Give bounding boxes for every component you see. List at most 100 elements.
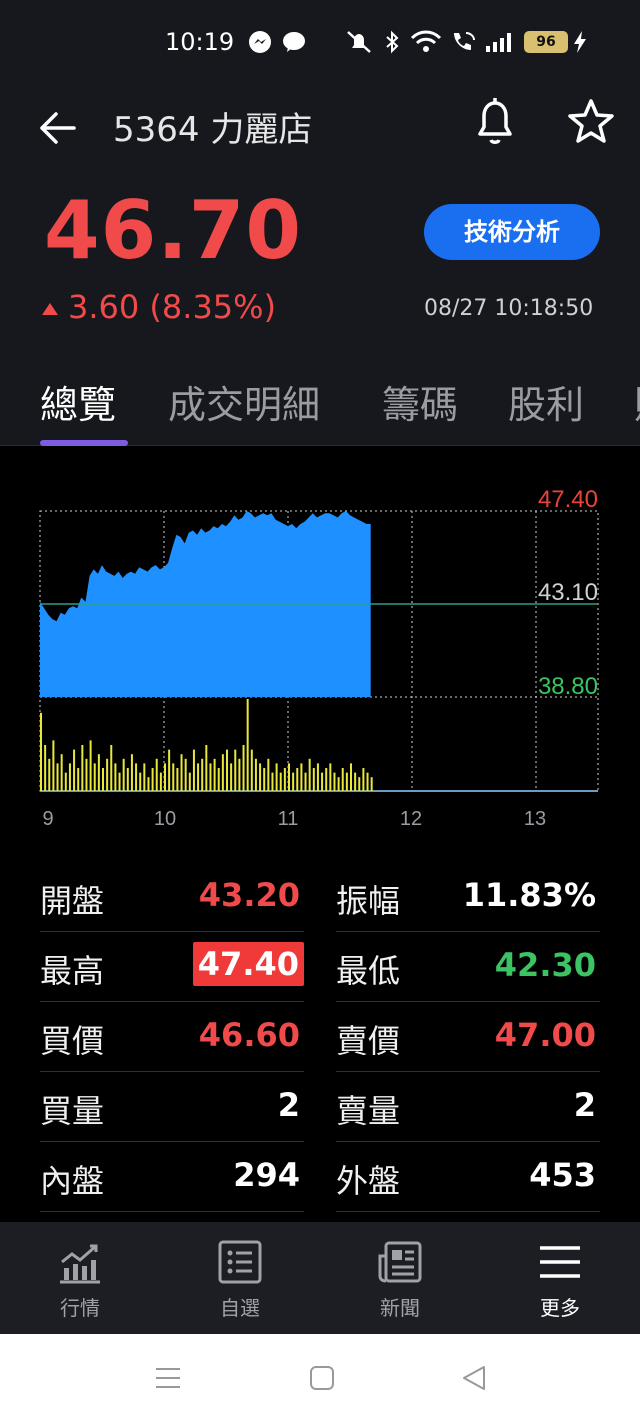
volume-bar (312, 768, 315, 791)
volume-bar (172, 763, 175, 791)
volume-bar (40, 712, 42, 791)
volume-bar (130, 754, 133, 791)
volume-bar (89, 740, 92, 791)
volume-bar (135, 763, 138, 791)
quote-label: 振幅 (336, 882, 401, 920)
volume-bar (192, 749, 195, 791)
volume-bar (296, 768, 299, 791)
signal-icon (484, 30, 516, 54)
quote-value: 453 (529, 1156, 596, 1194)
quote-value: 43.20 (198, 876, 300, 914)
volume-bar (151, 768, 154, 791)
active-tab-indicator (40, 440, 128, 446)
volume-bar (44, 745, 47, 791)
technical-analysis-button[interactable]: 技術分析 (424, 204, 600, 260)
x-tick-label: 11 (278, 808, 299, 830)
volume-bar (271, 772, 274, 791)
volume-bar (85, 758, 88, 791)
volume-bar (188, 772, 191, 791)
volume-bar (126, 768, 129, 791)
volume-bar (370, 777, 373, 791)
volume-bar (292, 772, 295, 791)
favorite-button[interactable] (566, 98, 616, 146)
mute-icon (344, 30, 374, 54)
quote-label: 最高 (40, 952, 105, 990)
volume-bar (234, 749, 237, 791)
volume-bar (366, 772, 369, 791)
nav-market-label: 行情 (60, 1296, 100, 1320)
volume-bar (155, 758, 158, 791)
tab-dividend[interactable]: 股利 (508, 374, 584, 429)
tab-chips[interactable]: 籌碼 (382, 374, 458, 429)
volume-bar (64, 772, 67, 791)
quote-label: 開盤 (40, 882, 105, 920)
back-button[interactable] (38, 108, 78, 148)
wifi-call-icon (450, 30, 478, 54)
volume-bar (288, 763, 290, 791)
volume-bar (275, 763, 278, 791)
wifi-icon (410, 30, 442, 54)
volume-bar (205, 745, 208, 791)
volume-bar (77, 768, 80, 791)
volume-bar (242, 745, 245, 791)
recent-apps-icon[interactable] (154, 1364, 182, 1392)
quote-value: 42.30 (494, 946, 596, 984)
volume-bar (354, 772, 357, 791)
volume-bar (238, 758, 241, 791)
nav-news[interactable]: 新聞 (340, 1222, 460, 1334)
quote-value: 2 (277, 1086, 300, 1124)
x-axis-ticks: 9 10 11 12 13 (42, 808, 546, 830)
tab-financials[interactable]: 財 (634, 374, 640, 429)
intraday-chart[interactable]: 47.40 43.10 38.80 9 10 11 12 13 (0, 447, 640, 837)
tab-trade-details[interactable]: 成交明細 (168, 374, 320, 429)
volume-bar (325, 768, 328, 791)
quote-value: 47.40 (192, 942, 304, 986)
volume-bar (48, 758, 51, 791)
volume-bar (110, 745, 113, 791)
quote-row: 最低 42.30 (336, 932, 600, 1002)
system-navigation-bar (0, 1334, 640, 1422)
nav-watchlist[interactable]: 自選 (180, 1222, 300, 1334)
home-icon[interactable] (308, 1364, 336, 1392)
nav-watchlist-label: 自選 (220, 1296, 260, 1320)
price-change: 3.60 (8.35%) (42, 288, 276, 326)
volume-bar (118, 772, 121, 791)
volume-bar (209, 763, 212, 791)
volume-bar (329, 763, 332, 791)
alert-button[interactable] (472, 96, 518, 148)
quote-row: 開盤 43.20 (40, 862, 304, 932)
quote-row: 振幅 11.83% (336, 862, 600, 932)
volume-bar (217, 768, 220, 791)
volume-bar (283, 768, 286, 791)
quote-row: 最高 47.40 (40, 932, 304, 1002)
price-change-value: 3.60 (8.35%) (68, 288, 277, 326)
charging-icon (572, 30, 588, 54)
quote-row: 賣量 2 (336, 1072, 600, 1142)
volume-bar (201, 758, 204, 791)
nav-more[interactable]: 更多 (500, 1222, 620, 1334)
volume-bar (52, 740, 55, 791)
quote-row: 內盤 294 (40, 1142, 304, 1212)
star-icon (568, 99, 614, 143)
quote-value: 46.60 (198, 1016, 300, 1054)
news-icon (378, 1241, 422, 1283)
back-nav-icon[interactable] (460, 1364, 488, 1392)
quote-label: 買價 (40, 1022, 105, 1060)
quote-label: 賣價 (336, 1022, 401, 1060)
volume-bar (180, 754, 183, 791)
volume-bar (164, 763, 166, 791)
volume-bar (81, 745, 84, 791)
volume-bar (333, 772, 336, 791)
current-price: 46.70 (44, 184, 303, 277)
volume-bar (279, 772, 282, 791)
x-tick-label: 13 (524, 808, 546, 830)
tab-overview[interactable]: 總覽 (40, 374, 116, 429)
quote-label: 買量 (40, 1092, 105, 1130)
volume-bar (341, 768, 344, 791)
quote-label: 外盤 (336, 1162, 401, 1200)
nav-market[interactable]: 行情 (20, 1222, 140, 1334)
volume-bar (300, 763, 303, 791)
watchlist-icon (218, 1240, 262, 1284)
volume-bar (226, 749, 228, 791)
quote-value: 294 (233, 1156, 300, 1194)
